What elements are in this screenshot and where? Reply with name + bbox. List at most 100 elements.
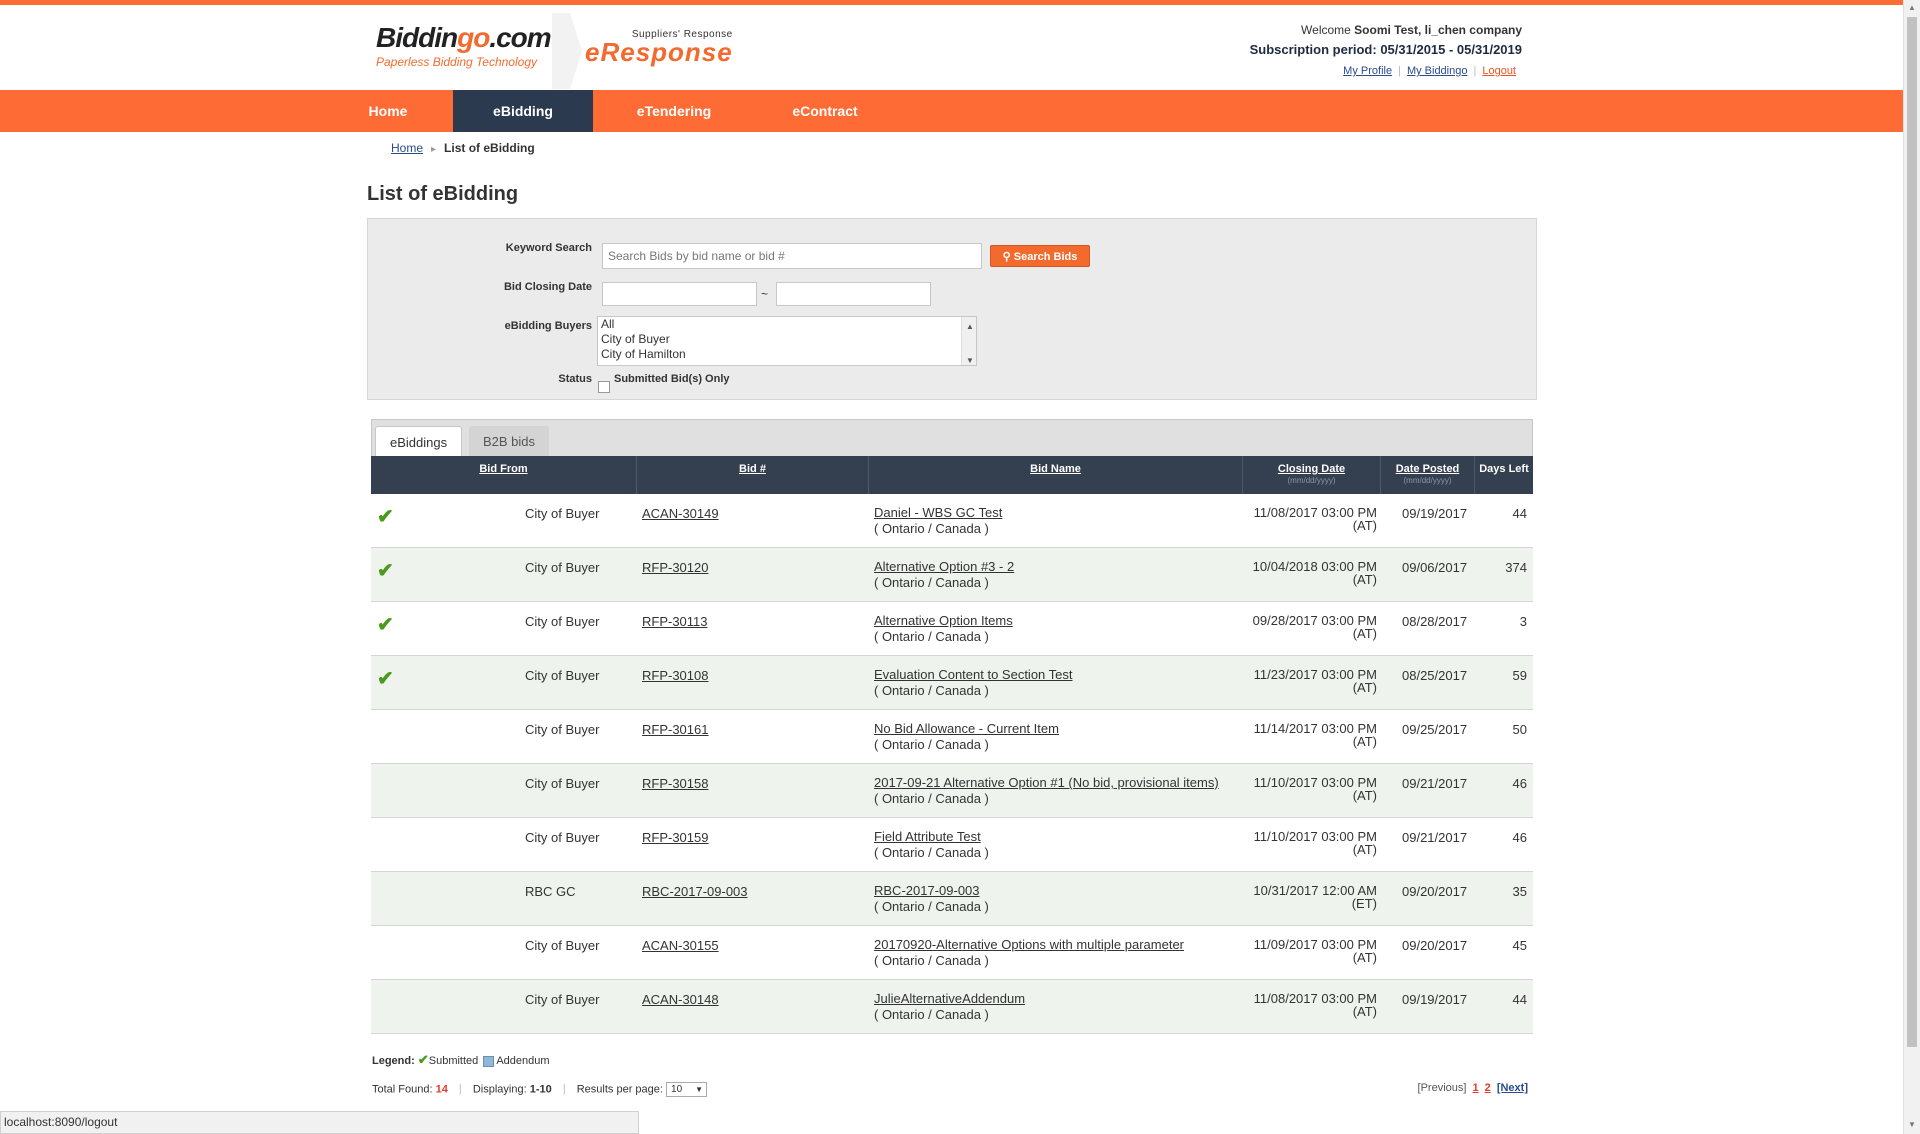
- link-separator: |: [1473, 65, 1477, 77]
- table-row: City of Buyer RFP-30161 No Bid Allowance -…: [371, 710, 1533, 764]
- bid-number-link[interactable]: ACAN-30155: [642, 938, 719, 953]
- search-bids-button[interactable]: ⚲ Search Bids: [990, 245, 1090, 267]
- col-days-left-label: Days Left: [1479, 463, 1529, 475]
- bid-number-cell: RFP-30108: [642, 668, 708, 683]
- bid-name-link[interactable]: 20170920-Alternative Options with multip…: [874, 937, 1184, 952]
- keyword-search-input[interactable]: [602, 243, 982, 269]
- bid-number-link[interactable]: RFP-30158: [642, 776, 708, 791]
- addendum-icon: [483, 1055, 495, 1067]
- bid-from-cell: City of Buyer: [525, 560, 600, 575]
- my-profile-link[interactable]: My Profile: [1343, 65, 1392, 77]
- scroll-up-arrow-icon[interactable]: ▲: [966, 319, 974, 334]
- buyers-listbox[interactable]: All City of Buyer City of Hamilton ▲ ▼: [597, 316, 977, 366]
- nav-home[interactable]: Home: [353, 90, 423, 132]
- closing-timezone: (AT): [1352, 572, 1377, 587]
- days-left-cell: 44: [1512, 992, 1527, 1007]
- bid-name-link[interactable]: Field Attribute Test: [874, 829, 981, 844]
- days-left-cell: 374: [1505, 560, 1527, 575]
- table-header: Bid From Bid # Bid Name Closing Date (mm/…: [371, 456, 1533, 494]
- closing-date-cell: 11/14/2017 03:00 PM (AT): [1254, 722, 1377, 748]
- keyword-search-label: Keyword Search: [505, 242, 592, 254]
- bid-name-link[interactable]: JulieAlternativeAddendum: [874, 991, 1025, 1006]
- pagination: [Previous] 12 [Next]: [1418, 1082, 1528, 1094]
- col-bid-from-label[interactable]: Bid From: [479, 463, 527, 475]
- col-bid-name[interactable]: Bid Name: [869, 456, 1243, 494]
- my-biddingo-link[interactable]: My Biddingo: [1407, 65, 1468, 77]
- buyer-option[interactable]: City of Hamilton: [598, 347, 976, 362]
- total-found-label: Total Found:: [372, 1083, 433, 1096]
- submitted-only-label[interactable]: Submitted Bid(s) Only: [614, 373, 730, 385]
- search-panel: Keyword Search ⚲ Search Bids Bid Closing…: [367, 218, 1537, 400]
- col-bid-from[interactable]: Bid From: [371, 456, 637, 494]
- bid-name-link[interactable]: RBC-2017-09-003: [874, 883, 980, 898]
- pager-page-1[interactable]: 1: [1473, 1082, 1479, 1094]
- col-closing-date-label[interactable]: Closing Date: [1278, 463, 1345, 475]
- closing-date-from-input[interactable]: [602, 282, 757, 306]
- logo-part-b: go: [457, 22, 490, 53]
- closing-date-to-input[interactable]: [776, 282, 931, 306]
- logo-part-a: Biddin: [376, 22, 458, 53]
- bid-name-link[interactable]: Alternative Option Items: [874, 613, 1013, 628]
- bid-location: ( Ontario / Canada ): [874, 953, 989, 968]
- bid-location: ( Ontario / Canada ): [874, 845, 989, 860]
- pager-next[interactable]: [Next]: [1497, 1082, 1528, 1094]
- breadcrumb: Home ▸ List of eBidding: [391, 141, 535, 155]
- bid-number-cell: RFP-30113: [642, 614, 708, 629]
- col-bid-number[interactable]: Bid #: [637, 456, 869, 494]
- col-date-posted-label[interactable]: Date Posted: [1396, 463, 1460, 475]
- submitted-only-checkbox[interactable]: [598, 381, 610, 393]
- results-per-page-select[interactable]: 10 ▼: [666, 1082, 708, 1097]
- scrollbar-thumb[interactable]: [1907, 17, 1917, 1047]
- bid-number-link[interactable]: RFP-30108: [642, 668, 708, 683]
- table-row: City of Buyer RFP-30159 Field Attribute Te…: [371, 818, 1533, 872]
- bid-name-cell: Alternative Option #3 - 2( Ontario / Can…: [874, 559, 1014, 591]
- bid-number-link[interactable]: ACAN-30149: [642, 506, 719, 521]
- bid-number-link[interactable]: ACAN-30148: [642, 992, 719, 1007]
- date-posted-cell: 09/06/2017: [1402, 560, 1468, 575]
- buyers-scrollbar[interactable]: ▲ ▼: [961, 317, 976, 365]
- bid-number-link[interactable]: RFP-30159: [642, 830, 708, 845]
- bid-number-link[interactable]: RFP-30113: [642, 614, 708, 629]
- col-closing-date-format: (mm/dd/yyyy): [1287, 476, 1336, 485]
- col-closing-date[interactable]: Closing Date (mm/dd/yyyy): [1243, 456, 1381, 494]
- tab-ebiddings[interactable]: eBiddings: [375, 426, 463, 457]
- scroll-up-arrow-icon[interactable]: ▲: [1908, 3, 1916, 12]
- bid-location: ( Ontario / Canada ): [874, 683, 989, 698]
- breadcrumb-home-link[interactable]: Home: [391, 141, 423, 155]
- col-date-posted[interactable]: Date Posted (mm/dd/yyyy): [1381, 456, 1475, 494]
- bid-name-link[interactable]: No Bid Allowance - Current Item: [874, 721, 1059, 736]
- logout-link[interactable]: Logout: [1482, 65, 1516, 77]
- nav-econtract[interactable]: eContract: [775, 90, 875, 132]
- submitted-check-icon: ✔: [377, 668, 394, 690]
- page-title: List of eBidding: [367, 183, 519, 205]
- bids-table: Bid From Bid # Bid Name Closing Date (mm/…: [371, 456, 1533, 1034]
- main-nav: Home eBidding eTendering eContract: [0, 90, 1903, 132]
- tab-b2b-bids[interactable]: B2B bids: [469, 426, 550, 457]
- bid-name-link[interactable]: Evaluation Content to Section Test: [874, 667, 1073, 682]
- pager-page-2[interactable]: 2: [1485, 1082, 1491, 1094]
- biddingo-logo[interactable]: Biddingo.com Paperless Bidding Technolog…: [376, 22, 552, 70]
- table-row: City of Buyer ACAN-30155 20170920-Alternat…: [371, 926, 1533, 980]
- bid-from-cell: City of Buyer: [525, 938, 600, 953]
- bid-name-link[interactable]: Daniel - WBS GC Test: [874, 505, 1002, 520]
- bid-number-link[interactable]: RBC-2017-09-003: [642, 884, 748, 899]
- col-date-posted-format: (mm/dd/yyyy): [1403, 476, 1452, 485]
- scroll-down-arrow-icon[interactable]: ▼: [966, 353, 974, 365]
- welcome-prefix: Welcome: [1301, 23, 1351, 37]
- bid-number-link[interactable]: RFP-30120: [642, 560, 708, 575]
- buyer-option[interactable]: All: [598, 317, 976, 332]
- buyer-option[interactable]: City of Buyer: [598, 332, 976, 347]
- bid-number-cell: ACAN-30148: [642, 992, 719, 1007]
- page-scrollbar[interactable]: ▲ ▼: [1903, 0, 1920, 1134]
- nav-etendering[interactable]: eTendering: [624, 90, 724, 132]
- scroll-down-arrow-icon[interactable]: ▼: [1908, 1120, 1916, 1129]
- bid-name-link[interactable]: 2017-09-21 Alternative Option #1 (No bid…: [874, 775, 1219, 790]
- days-left-cell: 44: [1512, 506, 1527, 521]
- nav-ebidding[interactable]: eBidding: [453, 90, 593, 132]
- bid-name-link[interactable]: Alternative Option #3 - 2: [874, 559, 1014, 574]
- bid-from-cell: RBC GC: [525, 884, 576, 899]
- col-bid-name-label[interactable]: Bid Name: [1030, 463, 1081, 475]
- bid-number-cell: RFP-30120: [642, 560, 708, 575]
- col-bid-number-label[interactable]: Bid #: [739, 463, 766, 475]
- bid-number-link[interactable]: RFP-30161: [642, 722, 708, 737]
